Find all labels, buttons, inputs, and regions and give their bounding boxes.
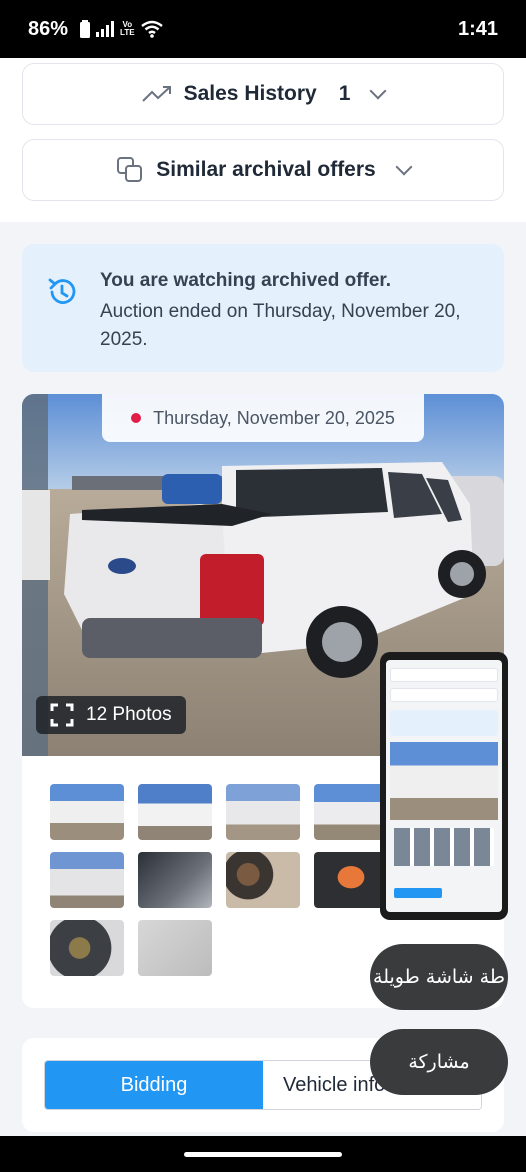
thumbnail[interactable]	[314, 852, 388, 908]
archived-offer-banner: You are watching archived offer. Auction…	[22, 244, 504, 372]
thumbnail[interactable]	[226, 784, 300, 840]
banner-message: Auction ended on Thursday, November 20, …	[100, 301, 461, 350]
status-bar: 86% Vo LTE 1:41	[0, 0, 526, 58]
screenshot-preview[interactable]	[380, 652, 508, 920]
battery-percent: 86%	[28, 17, 69, 40]
chevron-down-icon	[369, 82, 387, 100]
tab-bidding[interactable]: Bidding	[45, 1061, 263, 1109]
screenshot-preview-image	[386, 660, 502, 912]
accordion-panel: Sales History 1 Similar archival offers	[0, 58, 526, 222]
banner-title: You are watching archived offer.	[100, 270, 392, 291]
chevron-down-icon	[395, 158, 413, 176]
similar-offers-label: Similar archival offers	[156, 158, 376, 181]
thumbnail[interactable]	[138, 852, 212, 908]
photos-count-label: 12 Photos	[86, 704, 172, 725]
volte-indicator: Vo LTE	[120, 20, 135, 37]
history-icon	[48, 278, 76, 304]
clock: 1:41	[457, 17, 498, 40]
thumbnail[interactable]	[50, 852, 124, 908]
home-gesture-handle[interactable]	[184, 1152, 342, 1157]
thumbnail[interactable]	[138, 920, 212, 976]
thumbnail[interactable]	[314, 784, 388, 840]
signal-icon	[96, 21, 115, 37]
sales-history-count: 1	[338, 82, 351, 105]
auction-date-pill: Thursday, November 20, 2025	[102, 394, 424, 442]
copy-icon	[117, 157, 143, 182]
auction-date: Thursday, November 20, 2025	[153, 407, 395, 428]
system-nav-bar	[0, 1136, 526, 1172]
sales-history-accordion[interactable]: Sales History 1	[22, 63, 504, 125]
long-screenshot-button[interactable]: طة شاشة طويلة	[370, 944, 508, 1010]
similar-offers-accordion[interactable]: Similar archival offers	[22, 139, 504, 201]
thumbnail[interactable]	[226, 852, 300, 908]
thumbnail[interactable]	[50, 784, 124, 840]
battery-icon	[80, 20, 91, 38]
long-screenshot-label: طة شاشة طويلة	[373, 966, 505, 988]
share-button[interactable]: مشاركة	[370, 1029, 508, 1095]
share-label: مشاركة	[408, 1051, 470, 1073]
sales-history-label: Sales History	[183, 82, 317, 105]
live-dot-icon	[131, 413, 142, 423]
photos-count-button[interactable]: 12 Photos	[36, 696, 186, 734]
trending-up-icon	[141, 86, 171, 102]
fullscreen-icon	[50, 703, 74, 727]
thumbnail[interactable]	[50, 920, 124, 976]
wifi-icon	[140, 20, 163, 38]
thumbnail[interactable]	[138, 784, 212, 840]
